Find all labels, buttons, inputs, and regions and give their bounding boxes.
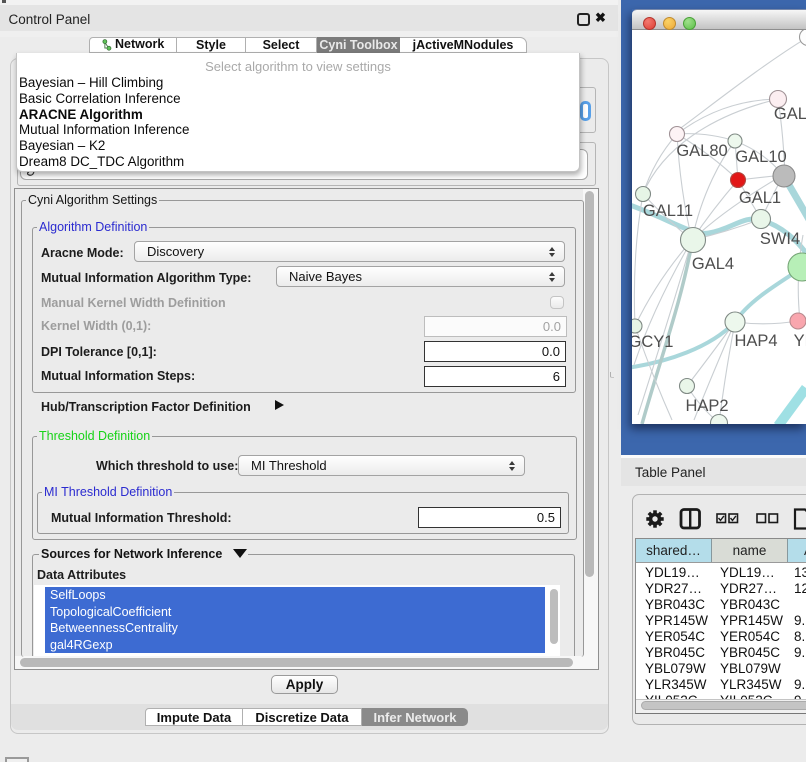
svg-text:GAL4: GAL4 xyxy=(692,255,734,273)
svg-text:GAL1: GAL1 xyxy=(739,189,781,207)
svg-text:GAL10: GAL10 xyxy=(735,148,786,166)
svg-text:GAL11: GAL11 xyxy=(643,202,693,220)
svg-text:HAP2: HAP2 xyxy=(685,397,728,415)
svg-text:HAP4: HAP4 xyxy=(734,332,777,350)
svg-text:SWI4: SWI4 xyxy=(760,230,800,248)
svg-text:GCY1: GCY1 xyxy=(632,333,673,351)
svg-text:GAL80: GAL80 xyxy=(676,142,727,160)
svg-text:GAL7: GAL7 xyxy=(774,105,806,123)
svg-text:YM: YM xyxy=(794,332,806,350)
